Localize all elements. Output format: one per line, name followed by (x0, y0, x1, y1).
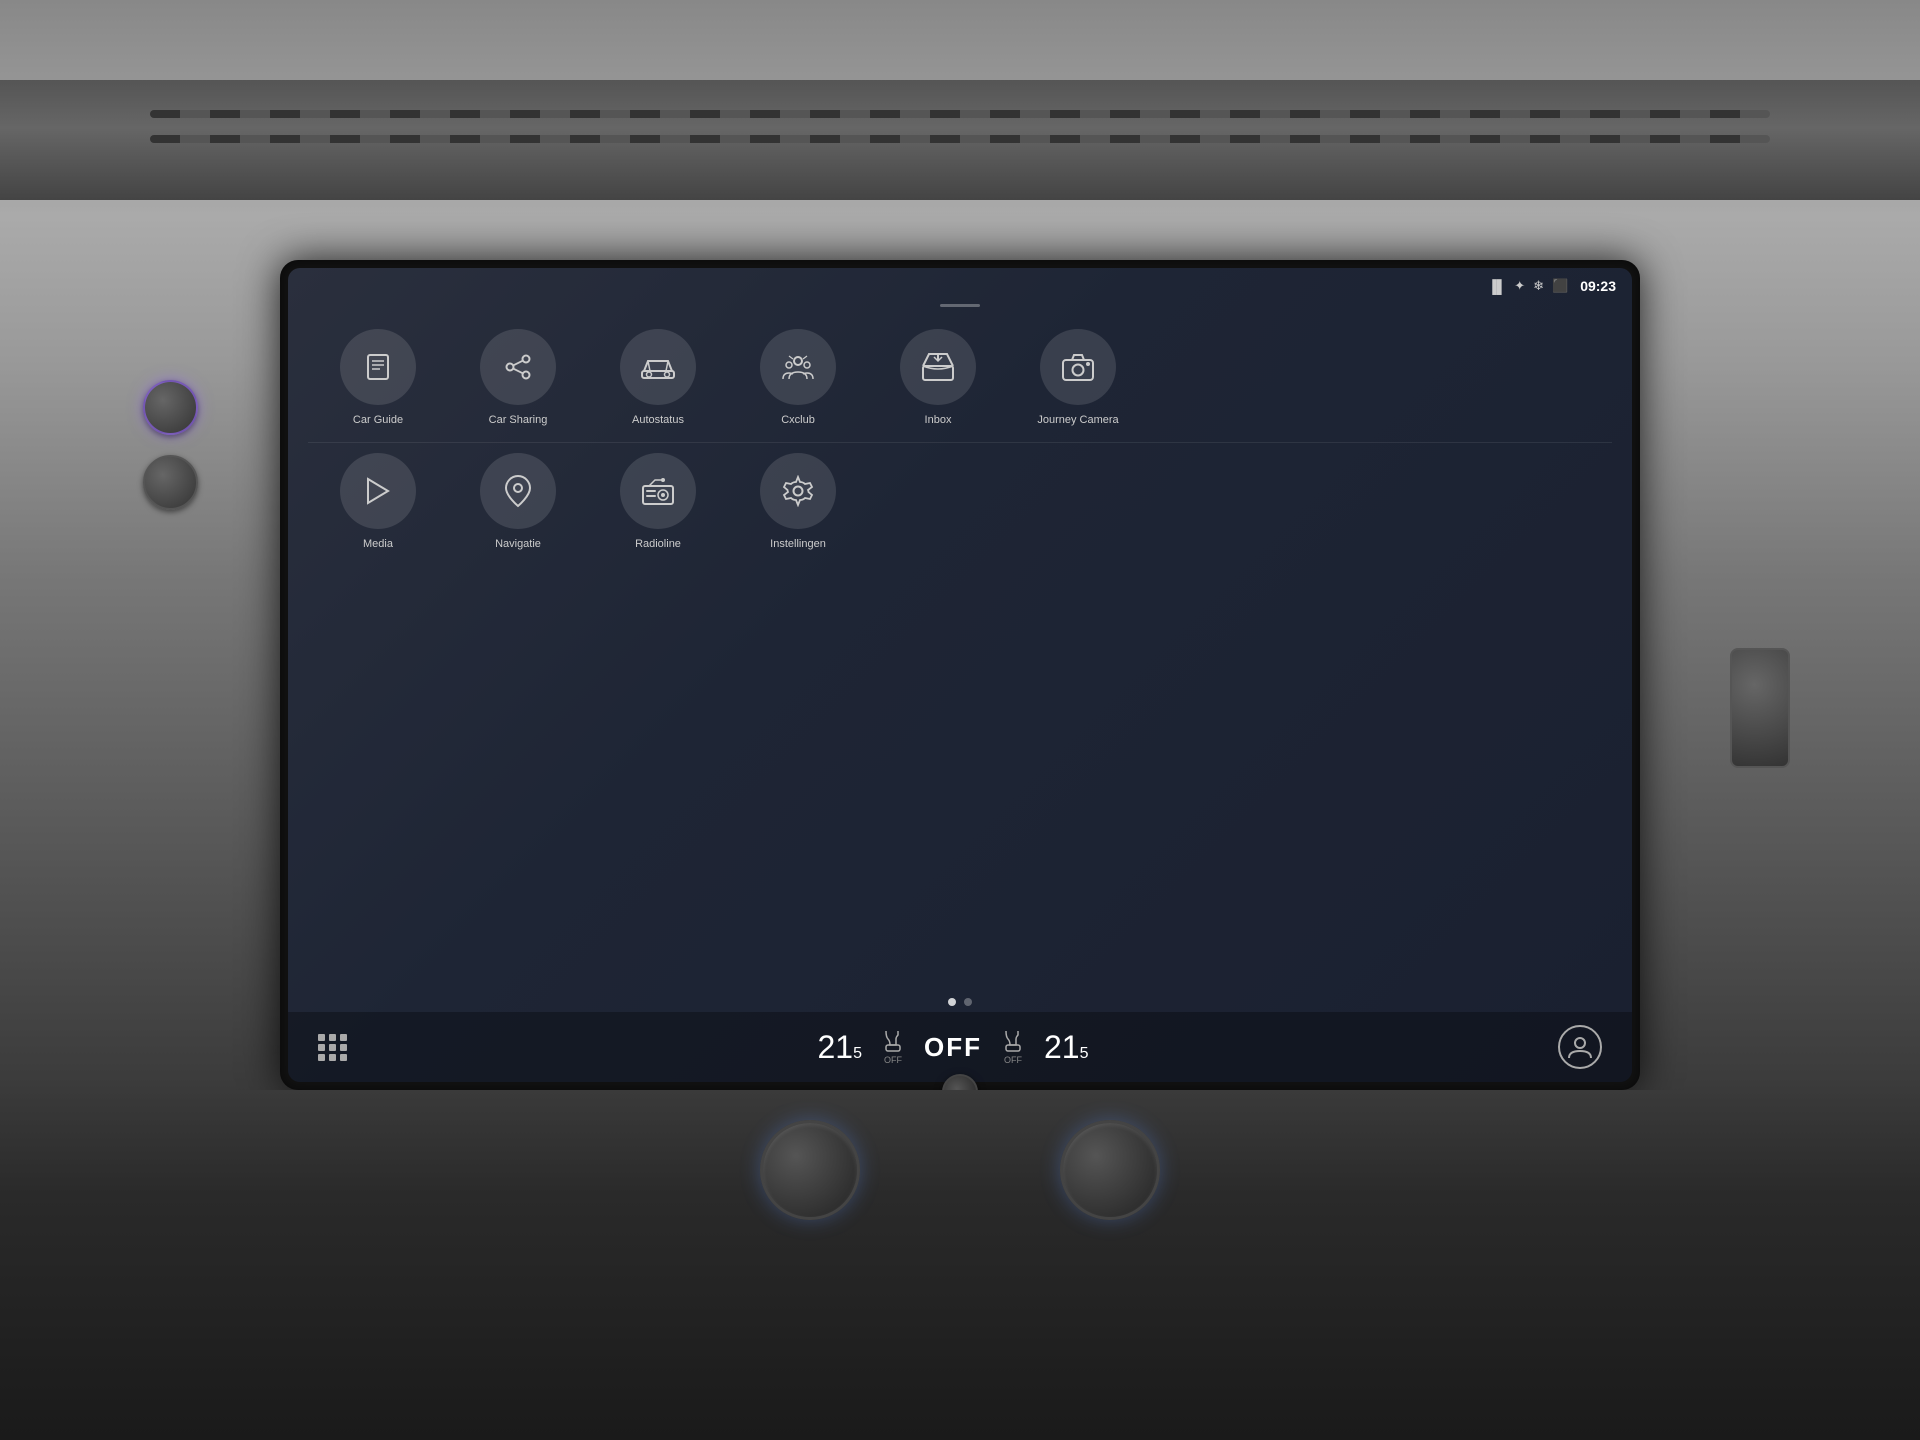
bottom-physical-area (0, 1090, 1920, 1440)
journey-camera-label: Journey Camera (1037, 413, 1118, 427)
temp-left-fraction: 5 (853, 1045, 862, 1063)
left-button-bottom[interactable] (143, 455, 198, 510)
page-dots (288, 992, 1632, 1012)
seat-left-label: OFF (884, 1055, 902, 1065)
seat-right[interactable]: OFF (1002, 1029, 1024, 1065)
wifi-icon: ❄ (1533, 278, 1544, 294)
car-guide-label: Car Guide (353, 413, 403, 427)
inbox-icon (900, 329, 976, 405)
media-label: Media (363, 537, 393, 551)
journey-camera-icon (1040, 329, 1116, 405)
main-screen: ▐▌ ✦ ❄ ⬛ 09:23 (288, 268, 1632, 1082)
radioline-label: Radioline (635, 537, 681, 551)
bluetooth-icon: ✦ (1514, 278, 1525, 294)
scroll-indicator (288, 304, 1632, 307)
car-dashboard: ▐▌ ✦ ❄ ⬛ 09:23 (0, 0, 1920, 1440)
app-row-2: Media Navigatie (308, 442, 1612, 561)
temp-left[interactable]: 21 5 (818, 1029, 863, 1066)
menu-grid-icon[interactable] (318, 1034, 348, 1061)
status-bar: ▐▌ ✦ ❄ ⬛ 09:23 (288, 268, 1632, 304)
page-dot-1[interactable] (948, 998, 956, 1006)
cxclub-icon (760, 329, 836, 405)
inbox-label: Inbox (925, 413, 952, 427)
navigatie-label: Navigatie (495, 537, 541, 551)
temp-right-value: 21 (1044, 1029, 1080, 1066)
autostatus-label: Autostatus (632, 413, 684, 427)
app-car-sharing[interactable]: Car Sharing (448, 329, 588, 427)
page-dot-2[interactable] (964, 998, 972, 1006)
app-instellingen[interactable]: Instellingen (728, 453, 868, 551)
profile-icon[interactable] (1558, 1025, 1602, 1069)
left-button-top[interactable] (143, 380, 198, 435)
app-inbox[interactable]: Inbox (868, 329, 1008, 427)
left-knob[interactable] (760, 1120, 860, 1220)
climate-controls: 21 5 OFF OFF (818, 1029, 1089, 1066)
seat-left[interactable]: OFF (882, 1029, 904, 1065)
temp-left-value: 21 (818, 1029, 854, 1066)
instellingen-label: Instellingen (770, 537, 826, 551)
right-knob[interactable] (1060, 1120, 1160, 1220)
app-cxclub[interactable]: Cxclub (728, 329, 868, 427)
car-guide-icon (340, 329, 416, 405)
radioline-icon (620, 453, 696, 529)
app-autostatus[interactable]: Autostatus (588, 329, 728, 427)
seat-right-label: OFF (1004, 1055, 1022, 1065)
screen-bezel: ▐▌ ✦ ❄ ⬛ 09:23 (280, 260, 1640, 1090)
app-car-guide[interactable]: Car Guide (308, 329, 448, 427)
vent-strip (0, 80, 1920, 200)
temp-right[interactable]: 21 5 (1044, 1029, 1089, 1066)
temp-right-fraction: 5 (1080, 1045, 1089, 1063)
app-navigatie[interactable]: Navigatie (448, 453, 588, 551)
app-journey-camera[interactable]: Journey Camera (1008, 329, 1148, 427)
status-time: 09:23 (1580, 278, 1616, 294)
autostatus-icon (620, 329, 696, 405)
app-row-1: Car Guide Car Sharing (308, 319, 1612, 437)
right-handle (1730, 648, 1790, 768)
bottom-bar: 21 5 OFF OFF (288, 1012, 1632, 1082)
cxclub-label: Cxclub (781, 413, 815, 427)
signal-icon: ▐▌ (1488, 279, 1506, 294)
apps-area: Car Guide Car Sharing (288, 309, 1632, 992)
navigatie-icon (480, 453, 556, 529)
media-icon (340, 453, 416, 529)
car-status-icon: ⬛ (1552, 278, 1568, 294)
climate-off-label[interactable]: OFF (924, 1032, 982, 1063)
app-radioline[interactable]: Radioline (588, 453, 728, 551)
scroll-line (940, 304, 980, 307)
instellingen-icon (760, 453, 836, 529)
left-controls (120, 350, 220, 1040)
car-sharing-label: Car Sharing (489, 413, 548, 427)
app-media[interactable]: Media (308, 453, 448, 551)
car-sharing-icon (480, 329, 556, 405)
